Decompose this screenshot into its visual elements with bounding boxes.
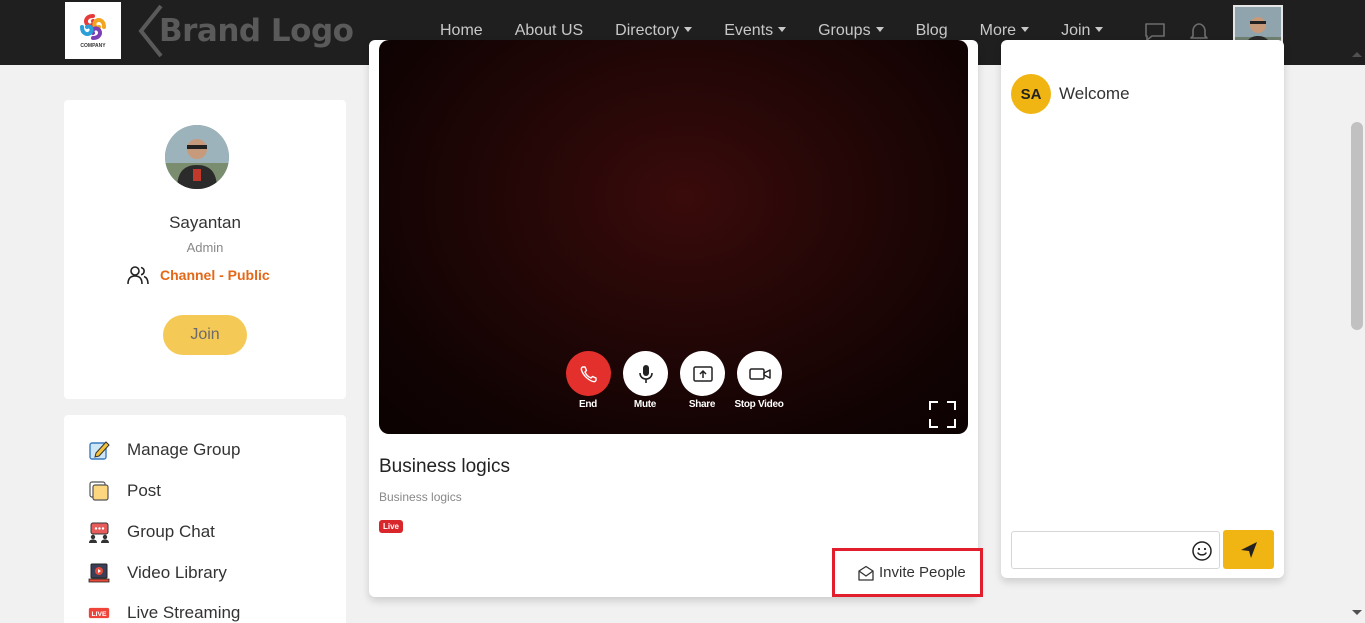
send-icon [1240, 541, 1257, 558]
live-badge: Live [379, 520, 404, 533]
chat-panel [1001, 40, 1284, 578]
caret-down-icon [1021, 27, 1030, 32]
mute-label: Mute [633, 399, 657, 410]
group-chat-icon [88, 521, 110, 543]
nav-groups[interactable]: Groups [818, 22, 884, 40]
menu-item-post[interactable]: Post [88, 480, 161, 502]
menu-item-label: Video Library [127, 563, 227, 582]
join-button[interactable]: Join [163, 315, 247, 355]
scrollbar-thumb[interactable] [1351, 122, 1363, 330]
video-player[interactable] [379, 40, 968, 434]
share-label: Share [688, 399, 716, 410]
edit-icon [88, 439, 110, 461]
caret-down-icon [1095, 27, 1104, 32]
video-camera-icon [748, 367, 771, 380]
video-library-icon [88, 562, 110, 584]
profile-photo [165, 125, 229, 189]
menu-item-label: Manage Group [127, 440, 241, 459]
live-icon: LIVE [88, 602, 110, 623]
stop-video-label: Stop Video [734, 399, 784, 410]
stop-video-button[interactable] [737, 351, 782, 396]
profile-name: Sayantan [169, 213, 241, 232]
nav-home[interactable]: Home [440, 22, 483, 40]
end-call-button[interactable] [566, 351, 611, 396]
stream-title: Business logics [379, 456, 510, 477]
menu-item-live-streaming[interactable]: LIVE Live Streaming [88, 602, 240, 623]
chat-input[interactable] [1018, 536, 1186, 564]
chat-avatar: SA [1011, 74, 1051, 114]
company-logo[interactable]: COMPANY [65, 2, 121, 59]
share-screen-button[interactable] [680, 351, 725, 396]
phone-end-icon [580, 365, 597, 382]
brand-text: Brand Logo [159, 13, 354, 49]
profile-role: Admin [186, 240, 224, 255]
invite-people-button[interactable]: Invite People [832, 548, 983, 597]
fullscreen-icon[interactable] [929, 401, 956, 428]
menu-item-group-chat[interactable]: Group Chat [88, 521, 215, 543]
nav-directory[interactable]: Directory [615, 22, 693, 40]
menu-item-video-library[interactable]: Video Library [88, 562, 227, 584]
nav-join[interactable]: Join [1061, 22, 1104, 40]
microphone-icon [638, 364, 653, 383]
scroll-up-arrow-icon[interactable] [1352, 52, 1362, 57]
profile-card: Sayantan Admin Channel - Public Join [64, 100, 346, 399]
chat-input-wrapper [1011, 531, 1220, 569]
nav-events[interactable]: Events [724, 22, 787, 40]
chat-message: Welcome [1059, 84, 1130, 103]
stream-subtitle: Business logics [379, 490, 462, 504]
live-icon-text: LIVE [91, 611, 107, 618]
mute-button[interactable] [623, 351, 668, 396]
group-menu: Manage Group Post Group Chat Video Libra… [64, 415, 346, 623]
users-icon [127, 266, 149, 285]
company-logo-text: COMPANY [80, 43, 106, 49]
envelope-open-icon [858, 565, 874, 581]
invite-label: Invite People [879, 564, 966, 581]
profile-avatar [165, 125, 229, 189]
brand-logo[interactable]: Brand Logo [137, 2, 354, 60]
menu-item-label: Post [127, 481, 162, 500]
caret-down-icon [778, 27, 787, 32]
emoji-icon[interactable] [1191, 540, 1213, 562]
share-screen-icon [692, 365, 713, 382]
caret-down-icon [875, 27, 884, 32]
end-label: End [579, 399, 597, 410]
nav-about-us[interactable]: About US [515, 22, 583, 40]
channel-label: Channel - Public [160, 267, 270, 283]
caret-down-icon [684, 27, 693, 32]
channel-visibility: Channel - Public [126, 264, 270, 286]
send-button[interactable] [1223, 530, 1274, 569]
nav-more[interactable]: More [980, 22, 1030, 40]
menu-item-label: Live Streaming [127, 603, 241, 622]
nav-blog[interactable]: Blog [916, 22, 948, 40]
menu-item-manage-group[interactable]: Manage Group [88, 439, 240, 461]
scroll-down-arrow-icon[interactable] [1352, 610, 1362, 615]
company-swirl-icon [80, 14, 106, 40]
menu-item-label: Group Chat [127, 522, 215, 541]
post-icon [88, 480, 110, 502]
